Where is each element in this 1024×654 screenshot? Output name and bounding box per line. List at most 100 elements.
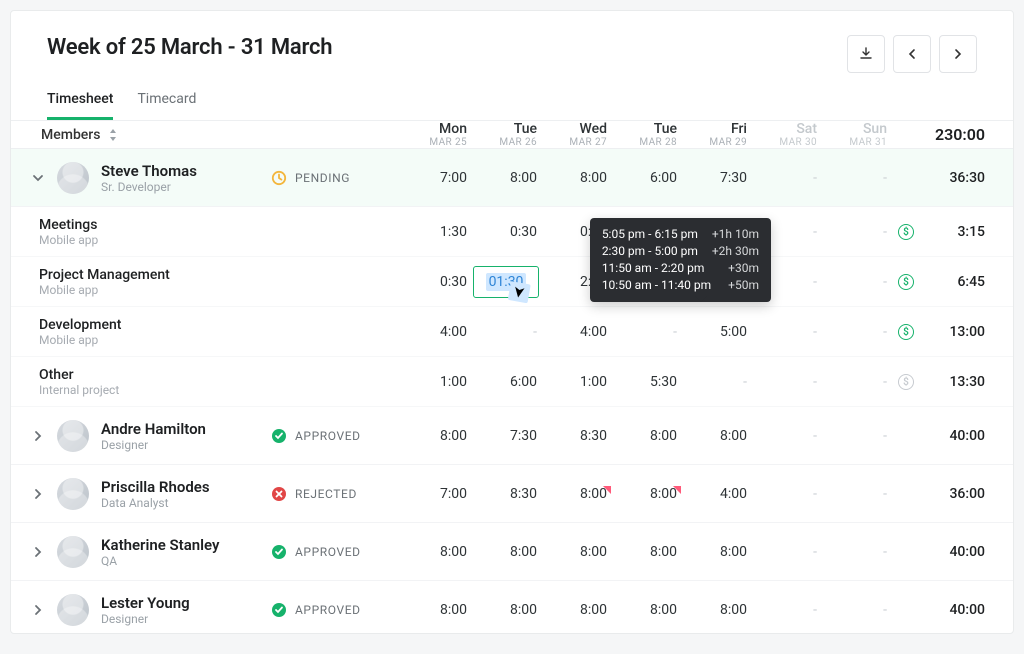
time-cell[interactable]: -	[821, 324, 891, 340]
chevron-right-icon	[952, 48, 964, 60]
time-cell[interactable]: -	[681, 374, 751, 390]
member-name: Katherine Stanley	[101, 536, 219, 554]
day-cell[interactable]: 8:00	[611, 602, 681, 618]
prev-week-button[interactable]	[893, 35, 931, 73]
time-cell-editing[interactable]: 01:30➤	[473, 266, 539, 298]
day-cell[interactable]: 8:30	[471, 486, 541, 502]
member-role: QA	[101, 554, 219, 568]
day-cell[interactable]: 8:00	[681, 544, 751, 560]
time-cell[interactable]: 5:00	[681, 324, 751, 340]
time-cell[interactable]: 1:00	[401, 374, 471, 390]
member-name: Lester Young	[101, 594, 190, 612]
day-cell[interactable]: 8:00	[541, 602, 611, 618]
day-cell[interactable]: -	[751, 428, 821, 444]
status-badge: REJECTED	[271, 486, 401, 502]
member-total: 36:30	[921, 170, 1001, 186]
day-cell[interactable]: 6:00	[611, 170, 681, 186]
day-cell[interactable]: -	[751, 170, 821, 186]
expand-toggle[interactable]	[31, 171, 49, 185]
day-cell[interactable]: 8:00	[541, 544, 611, 560]
day-header-1: TueMAR 26	[471, 121, 541, 148]
page-title: Week of 25 March - 31 March	[47, 35, 332, 60]
member-total: 36:00	[921, 486, 1001, 502]
sort-icon[interactable]	[108, 129, 118, 141]
day-cell[interactable]: 7:30	[471, 428, 541, 444]
members-column-header[interactable]: Members	[41, 127, 271, 143]
expand-toggle[interactable]	[31, 429, 49, 443]
time-cell[interactable]: -	[751, 374, 821, 390]
avatar	[57, 478, 89, 510]
day-cell[interactable]: 8:00	[401, 428, 471, 444]
approved-icon	[271, 602, 287, 618]
day-header-6: SunMAR 31	[821, 121, 891, 148]
approved-icon	[271, 544, 287, 560]
task-project: Mobile app	[39, 333, 271, 347]
tab-timesheet[interactable]: Timesheet	[47, 91, 113, 120]
day-cell[interactable]: 8:00	[471, 602, 541, 618]
time-cell[interactable]: -	[471, 324, 541, 340]
member-row-katherine: Katherine StanleyQAAPPROVED8:008:008:008…	[11, 523, 1013, 581]
member-role: Designer	[101, 612, 190, 626]
status-badge: APPROVED	[271, 428, 401, 444]
time-cell[interactable]: 6:00	[471, 374, 541, 390]
day-cell[interactable]: 8:00	[541, 170, 611, 186]
time-cell[interactable]: 4:00	[401, 324, 471, 340]
day-cell[interactable]: 4:00	[681, 486, 751, 502]
pending-icon	[271, 170, 287, 186]
day-cell[interactable]: 8:00	[401, 602, 471, 618]
day-cell[interactable]: -	[821, 428, 891, 444]
day-cell[interactable]: 7:00	[401, 486, 471, 502]
time-cell[interactable]: 4:00	[541, 324, 611, 340]
time-cell[interactable]: -	[821, 374, 891, 390]
day-cell[interactable]: 8:00	[401, 544, 471, 560]
day-cell[interactable]: 7:00	[401, 170, 471, 186]
day-header-0: MonMAR 25	[401, 121, 471, 148]
day-cell[interactable]: 8:00	[541, 486, 611, 502]
expand-toggle[interactable]	[31, 545, 49, 559]
time-cell[interactable]: 5:30	[611, 374, 681, 390]
day-cell[interactable]: 8:00	[611, 428, 681, 444]
member-row-lester: Lester YoungDesignerAPPROVED8:008:008:00…	[11, 581, 1013, 634]
time-cell[interactable]: 0:30	[471, 224, 541, 240]
day-cell[interactable]: 8:00	[471, 544, 541, 560]
time-cell[interactable]: 0:30	[401, 274, 471, 290]
download-button[interactable]	[847, 35, 885, 73]
time-cell[interactable]: 1:30	[401, 224, 471, 240]
member-total: 40:00	[921, 428, 1001, 444]
day-cell[interactable]: -	[821, 544, 891, 560]
member-name: Priscilla Rhodes	[101, 478, 210, 496]
member-row-andre: Andre HamiltonDesignerAPPROVED8:007:308:…	[11, 407, 1013, 465]
day-cell[interactable]: 8:00	[611, 486, 681, 502]
day-cell[interactable]: 8:00	[681, 428, 751, 444]
download-icon	[858, 46, 874, 62]
day-cell[interactable]: 8:30	[541, 428, 611, 444]
task-total: 6:45	[921, 274, 1001, 290]
day-cell[interactable]: 7:30	[681, 170, 751, 186]
task-project: Internal project	[39, 383, 271, 397]
day-cell[interactable]: -	[751, 602, 821, 618]
task-row: DevelopmentMobile app4:00-4:00-5:00--$13…	[11, 307, 1013, 357]
task-title: Meetings	[39, 217, 271, 233]
time-cell[interactable]: -	[751, 324, 821, 340]
day-cell[interactable]: 8:00	[611, 544, 681, 560]
expand-toggle[interactable]	[31, 487, 49, 501]
time-cell[interactable]: 1:00	[541, 374, 611, 390]
time-cell[interactable]: -	[611, 324, 681, 340]
time-cell[interactable]: -	[821, 224, 891, 240]
day-cell[interactable]: -	[821, 602, 891, 618]
approved-icon	[271, 428, 287, 444]
tab-timecard[interactable]: Timecard	[137, 91, 196, 120]
day-cell[interactable]: -	[751, 544, 821, 560]
task-row: Project ManagementMobile app0:3001:30➤2:…	[11, 257, 1013, 307]
rejected-icon	[271, 486, 287, 502]
billable-icon: $	[891, 273, 921, 291]
day-cell[interactable]: 8:00	[471, 170, 541, 186]
time-cell[interactable]: -	[821, 274, 891, 290]
next-week-button[interactable]	[939, 35, 977, 73]
day-cell[interactable]: -	[751, 486, 821, 502]
members-header-label: Members	[41, 127, 100, 143]
expand-toggle[interactable]	[31, 603, 49, 617]
day-cell[interactable]: -	[821, 170, 891, 186]
day-cell[interactable]: 8:00	[681, 602, 751, 618]
day-cell[interactable]: -	[821, 486, 891, 502]
